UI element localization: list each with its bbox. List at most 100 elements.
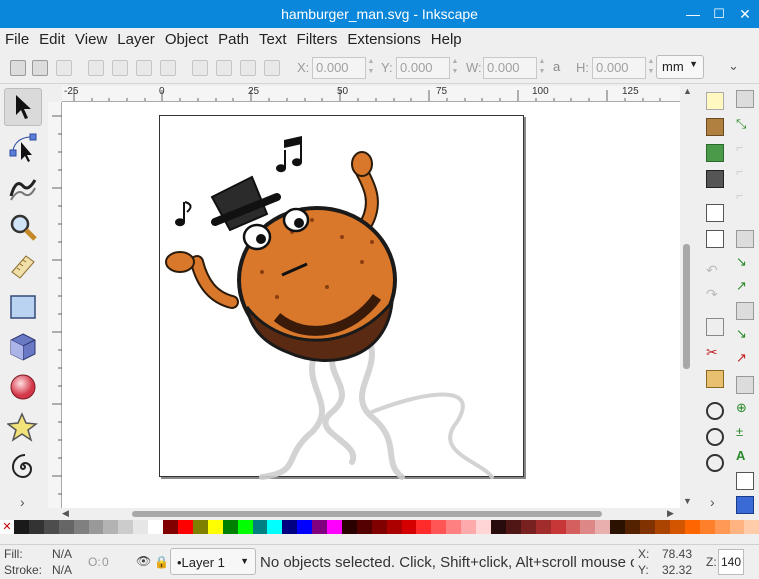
menu-layer[interactable]: Layer (112, 31, 160, 48)
flip-horizontal-icon[interactable] (136, 60, 152, 76)
color-swatch[interactable] (312, 520, 328, 534)
selector-tool-button[interactable] (4, 88, 42, 126)
zoom-selection-icon[interactable] (706, 402, 724, 420)
snap-nodes-icon[interactable] (736, 230, 754, 248)
snap-bbox-corner-icon[interactable]: ⌐ (736, 164, 754, 182)
more-commands-icon[interactable]: › (710, 494, 715, 510)
tweak-tool-button[interactable] (4, 168, 42, 206)
rotate-ccw-icon[interactable] (88, 60, 104, 76)
redo-icon[interactable]: ↷ (706, 286, 724, 304)
opacity-value[interactable]: 0 (102, 555, 109, 569)
star-tool-button[interactable] (4, 408, 42, 446)
color-swatch[interactable] (446, 520, 462, 534)
color-swatch[interactable] (237, 520, 253, 534)
menu-object[interactable]: Object (160, 31, 213, 48)
more-tools-icon[interactable]: › (20, 494, 25, 510)
layer-visibility-icon[interactable]: 👁 (136, 554, 151, 568)
color-swatch[interactable] (476, 520, 491, 534)
layer-lock-icon[interactable]: 🔒 (154, 555, 169, 569)
cut-icon[interactable]: ✂ (706, 344, 724, 362)
snap-intersections-icon[interactable]: ↗ (736, 278, 754, 296)
color-swatch[interactable] (267, 520, 283, 534)
snap-paths-icon[interactable]: ↘ (736, 254, 754, 272)
color-swatch[interactable] (222, 520, 238, 534)
x-input[interactable]: 0.000 (312, 57, 366, 79)
color-swatch[interactable] (565, 520, 581, 534)
color-swatch[interactable] (431, 520, 447, 534)
undo-icon[interactable]: ↶ (706, 262, 724, 280)
snap-bbox-edge-icon[interactable]: ⌐ (736, 140, 754, 158)
scroll-left-icon[interactable]: ◀ (62, 508, 69, 519)
color-swatch[interactable] (356, 520, 372, 534)
layer-select[interactable]: •Layer 1 ▼ (170, 548, 256, 575)
menu-text[interactable]: Text (254, 31, 292, 48)
raise-to-top-icon[interactable] (192, 60, 208, 76)
menu-edit[interactable]: Edit (34, 31, 70, 48)
menu-help[interactable]: Help (426, 31, 467, 48)
paste-icon[interactable] (706, 370, 724, 388)
snap-text-baseline-icon[interactable]: A (736, 448, 754, 466)
rotate-cw-icon[interactable] (112, 60, 128, 76)
color-swatch[interactable] (58, 520, 74, 534)
color-swatch[interactable] (401, 520, 417, 534)
snap-page-border-icon[interactable] (736, 472, 754, 490)
3dbox-tool-button[interactable] (4, 328, 42, 366)
lower-icon[interactable] (240, 60, 256, 76)
color-swatch[interactable] (252, 520, 268, 534)
color-swatch[interactable] (535, 520, 551, 534)
color-swatch[interactable] (625, 520, 641, 534)
raise-icon[interactable] (216, 60, 232, 76)
color-swatch[interactable] (386, 520, 402, 534)
zoom-drawing-icon[interactable] (706, 428, 724, 446)
import-icon[interactable] (706, 204, 724, 222)
snap-midpoints-icon[interactable]: ↗ (736, 350, 754, 368)
scroll-down-icon[interactable]: ▼ (683, 496, 692, 506)
snap-others-icon[interactable] (736, 376, 754, 394)
color-swatch[interactable] (461, 520, 477, 534)
color-swatch[interactable] (610, 520, 626, 534)
zoom-tool-button[interactable] (4, 208, 42, 246)
color-swatch[interactable] (505, 520, 521, 534)
menu-extensions[interactable]: Extensions (342, 31, 425, 48)
stroke-value[interactable]: N/A (52, 563, 72, 577)
zoom-input[interactable]: 140 (718, 549, 744, 575)
lock-ratio-icon[interactable]: a (553, 59, 560, 74)
color-swatch[interactable] (580, 520, 596, 534)
print-document-icon[interactable] (706, 170, 724, 188)
snap-cusp-icon[interactable] (736, 302, 754, 320)
select-all-layers-icon[interactable] (32, 60, 48, 76)
scroll-right-icon[interactable]: ▶ (667, 508, 674, 519)
node-tool-button[interactable] (4, 128, 42, 166)
maximize-button[interactable]: ☐ (709, 4, 729, 24)
menu-path[interactable]: Path (213, 31, 254, 48)
spiral-tool-button[interactable] (4, 448, 42, 486)
ellipse-tool-button[interactable] (4, 368, 42, 406)
color-swatch[interactable] (371, 520, 387, 534)
color-swatch[interactable] (699, 520, 715, 534)
color-palette[interactable]: ✕ (0, 520, 759, 534)
minimize-button[interactable]: — (683, 4, 703, 24)
color-swatch[interactable] (207, 520, 223, 534)
color-swatch[interactable] (192, 520, 208, 534)
color-swatch[interactable] (491, 520, 506, 534)
vertical-scrollbar[interactable]: ▲ ▼ (680, 86, 694, 508)
horizontal-scroll-thumb[interactable] (132, 511, 602, 517)
deselect-icon[interactable] (56, 60, 72, 76)
color-swatch[interactable] (684, 520, 700, 534)
w-input[interactable]: 0.000 (483, 57, 537, 79)
color-swatch[interactable] (14, 520, 29, 534)
color-swatch[interactable] (520, 520, 536, 534)
menu-view[interactable]: View (70, 31, 112, 48)
horizontal-scrollbar[interactable]: ◀ ▶ (62, 508, 680, 520)
snap-center-icon[interactable]: ⊕ (736, 400, 754, 418)
close-button[interactable]: ✕ (735, 4, 755, 24)
color-swatch[interactable] (744, 520, 759, 534)
units-select[interactable]: mm ▼ (656, 55, 704, 79)
color-swatch[interactable] (714, 520, 730, 534)
h-input[interactable]: 0.000 (592, 57, 646, 79)
color-swatch[interactable] (595, 520, 611, 534)
color-swatch[interactable] (327, 520, 342, 534)
color-swatch[interactable] (282, 520, 298, 534)
color-swatch[interactable] (28, 520, 44, 534)
x-spin-icon[interactable]: ▲ ▼ (366, 57, 376, 79)
